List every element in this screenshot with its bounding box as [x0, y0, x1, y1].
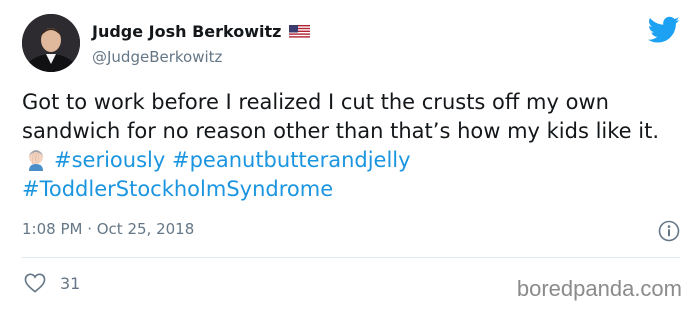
- man-facepalming-emoji-icon: [29, 150, 43, 171]
- tweet-timestamp[interactable]: 1:08 PM · Oct 25, 2018: [22, 220, 194, 238]
- tweet-text: Got to work before I realized I cut the …: [22, 88, 672, 204]
- hashtag-link[interactable]: #peanutbutterandjelly: [172, 148, 411, 172]
- avatar[interactable]: [22, 14, 80, 72]
- like-count: 31: [60, 273, 81, 293]
- heart-icon: [24, 273, 46, 293]
- author-display-name[interactable]: Judge Josh Berkowitz: [92, 22, 281, 41]
- info-icon[interactable]: [658, 220, 680, 242]
- twitter-bird-icon[interactable]: [648, 16, 680, 44]
- author-name-line: Judge Josh Berkowitz: [92, 22, 311, 41]
- author-handle[interactable]: @JudgeBerkowitz: [92, 48, 222, 66]
- tweet-body-text: Got to work before I realized I cut the …: [22, 90, 659, 143]
- avatar-photo: [22, 14, 80, 72]
- hashtag-link[interactable]: #ToddlerStockholmSyndrome: [22, 177, 333, 201]
- hashtag-link[interactable]: #seriously: [54, 148, 165, 172]
- watermark: boredpanda.com: [516, 276, 682, 301]
- like-button[interactable]: 31: [24, 273, 80, 293]
- divider: [22, 257, 680, 258]
- us-flag-icon: [289, 24, 311, 39]
